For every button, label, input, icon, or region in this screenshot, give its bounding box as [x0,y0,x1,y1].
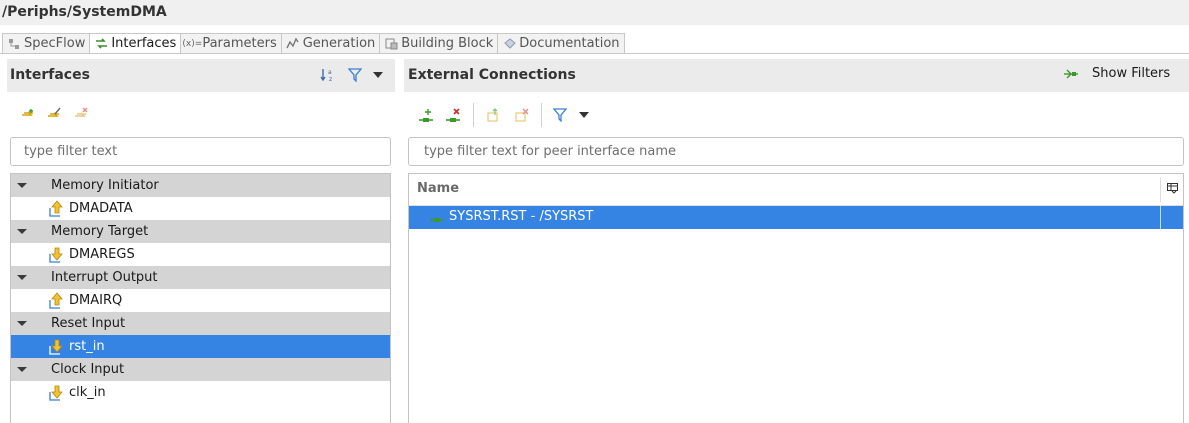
table-row-selected[interactable]: SYSRST.RST - /SYSRST [409,206,1183,229]
tab-documentation[interactable]: Documentation [497,33,625,54]
filter-icon[interactable] [347,67,363,83]
table-cell-name: SYSRST.RST - /SYSRST [449,209,594,224]
filter-icon[interactable] [552,107,568,123]
toolbar-separator [473,103,474,127]
peer-filter-field[interactable] [408,137,1184,166]
expand-arrow-icon[interactable] [17,183,27,188]
tab-label: Parameters [202,36,277,51]
tree-group-label: Interrupt Output [51,270,158,285]
show-filters-icon[interactable] [1063,66,1079,82]
interface-down-arrow-icon [49,246,65,263]
tree-group-label: Clock Input [51,362,125,377]
peer-filter-input[interactable] [409,138,1183,165]
tree-item-row-selected[interactable]: rst_in [11,335,390,358]
tab-interfaces[interactable]: Interfaces [89,33,181,54]
expand-arrow-icon[interactable] [17,321,27,326]
tree-group-row[interactable]: Clock Input [11,358,390,381]
remove-interface-icon[interactable] [73,106,89,122]
generation-icon [286,37,300,51]
sort-alpha-icon[interactable]: az [320,67,336,83]
table-header: Name [409,174,1183,206]
export-remove-icon[interactable] [514,107,530,123]
tab-specflow[interactable]: SpecFlow [2,33,90,54]
remove-connection-icon[interactable] [445,107,461,123]
tab-divider [0,53,1189,54]
interface-down-arrow-icon [49,338,65,355]
tab-generation[interactable]: Generation [280,33,380,54]
tree-group-row[interactable]: Interrupt Output [11,266,390,289]
column-separator [1160,206,1161,229]
tree-item-label: rst_in [69,339,105,354]
column-chooser-icon[interactable] [1166,182,1178,194]
expand-arrow-icon[interactable] [17,367,27,372]
column-separator[interactable] [1160,178,1161,202]
view-menu-chevron-down-icon[interactable] [370,67,386,83]
tab-label: Documentation [519,36,620,51]
expand-arrow-icon[interactable] [17,275,27,280]
specflow-icon [7,37,21,51]
add-connection-icon[interactable] [418,107,434,123]
toolbar-separator [541,103,542,127]
tree-item-row[interactable]: DMAIRQ [11,289,390,312]
show-filters-button[interactable]: Show Filters [1092,66,1170,81]
tree-group-label: Memory Initiator [51,178,159,193]
tree-item-row[interactable]: DMAREGS [11,243,390,266]
connections-table: Name SYSRST.RST - /SYSRST [408,173,1184,423]
interfaces-panel-title: Interfaces [10,67,90,83]
svg-text:z: z [329,76,332,83]
connections-panel-header: External Connections Show Filters [404,59,1189,92]
interfaces-panel-header: Interfaces az [7,59,395,92]
tree-group-label: Reset Input [51,316,126,331]
edit-interface-icon[interactable] [46,106,62,122]
interface-up-arrow-icon [49,200,65,217]
tree-item-label: clk_in [69,385,106,400]
interface-up-arrow-icon [49,292,65,309]
filter-menu-chevron-down-icon[interactable] [576,107,592,123]
tab-building-block[interactable]: Building Block [379,33,498,54]
tree-item-row[interactable]: DMADATA [11,197,390,220]
column-header-name[interactable]: Name [417,181,459,196]
interfaces-filter-field[interactable] [10,137,391,166]
tree-item-label: DMAIRQ [69,293,123,308]
add-interface-icon[interactable] [20,106,36,122]
parameters-icon: (x)= [182,38,203,49]
tab-label: Generation [302,36,376,51]
interfaces-tree: Memory Initiator DMADATA Memory Target D… [10,173,391,423]
export-up-icon[interactable] [486,107,502,123]
connection-icon [429,210,445,226]
tree-group-row[interactable]: Memory Target [11,220,390,243]
tree-item-label: DMAREGS [69,247,135,262]
tree-group-label: Memory Target [51,224,149,239]
tab-label: Interfaces [111,36,177,51]
tab-label: Building Block [401,36,494,51]
connections-panel-title: External Connections [408,67,576,83]
editor-tabs: SpecFlow Interfaces (x)= Parameters Gene… [2,33,625,54]
building-block-icon [384,37,398,51]
expand-arrow-icon[interactable] [17,229,27,234]
tab-label: SpecFlow [24,36,86,51]
tree-group-row[interactable]: Reset Input [11,312,390,335]
interfaces-icon [94,37,108,51]
interfaces-filter-input[interactable] [11,138,390,165]
tree-group-row[interactable]: Memory Initiator [11,174,390,197]
tree-item-row[interactable]: clk_in [11,381,390,404]
tab-parameters[interactable]: (x)= Parameters [180,33,281,54]
tree-item-label: DMADATA [69,201,133,216]
editor-path-title: /Periphs/SystemDMA [2,4,167,20]
interface-down-arrow-icon [49,384,65,401]
editor-title-bar: /Periphs/SystemDMA [0,0,1189,25]
svg-text:a: a [328,69,332,76]
documentation-icon [502,37,516,51]
